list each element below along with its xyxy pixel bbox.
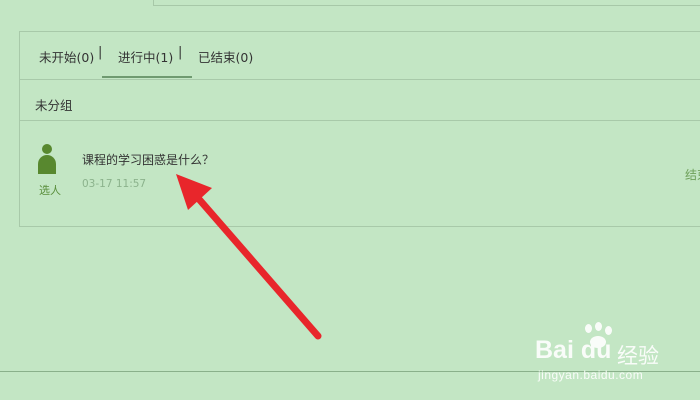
tab-in-progress[interactable]: 进行中(1)	[101, 47, 193, 78]
activity-panel: 未开始(0) | 进行中(1) | 已结束(0) 未分组 选人 课程的学习困惑是…	[19, 31, 700, 227]
baidu-jingyan-watermark: Bai du 经验 jingyan.baidu.com	[535, 322, 695, 384]
tab-separator: |	[178, 45, 183, 60]
person-icon	[38, 144, 56, 174]
top-panel-edge	[153, 0, 700, 6]
tab-not-started[interactable]: 未开始(0)	[39, 47, 94, 66]
activity-type-label: 选人	[39, 184, 61, 197]
status-tabs: 未开始(0) | 进行中(1) | 已结束(0)	[20, 32, 700, 80]
watermark-brand-cn: 经验	[617, 344, 659, 368]
activity-row[interactable]: 选人 课程的学习困惑是什么？ 03-17 11:57 结束	[20, 121, 700, 227]
watermark-brand: Bai du	[535, 336, 612, 364]
group-title: 未分组	[35, 98, 73, 113]
tab-finished[interactable]: 已结束(0)	[198, 47, 253, 66]
red-arrow-annotation	[176, 174, 322, 340]
activity-title[interactable]: 课程的学习困惑是什么？	[82, 151, 214, 168]
watermark-url: jingyan.baidu.com	[538, 368, 644, 382]
tab-separator: |	[98, 45, 103, 60]
end-activity-button[interactable]: 结束	[685, 166, 700, 183]
activity-date: 03-17 11:57	[82, 178, 147, 190]
